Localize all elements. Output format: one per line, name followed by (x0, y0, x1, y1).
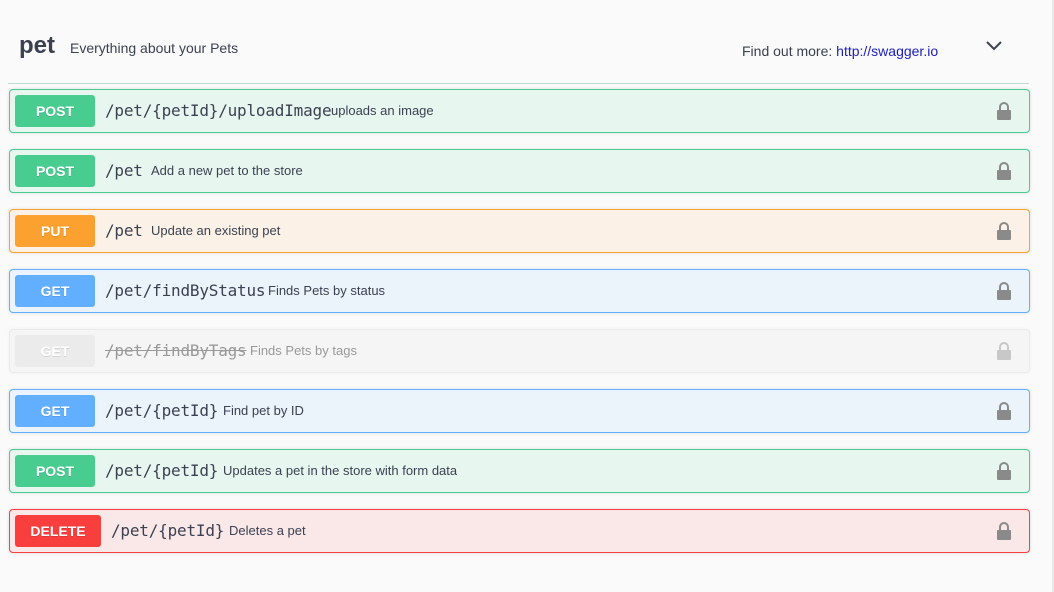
method-badge: DELETE (15, 515, 101, 547)
lock-icon[interactable] (996, 101, 1012, 121)
operation-path: /pet/{petId} (105, 461, 219, 480)
operation-get-find-by-status[interactable]: GET /pet/findByStatus Finds Pets by stat… (9, 269, 1030, 313)
operation-get-find-by-tags-deprecated[interactable]: GET /pet/findByTags Finds Pets by tags (9, 329, 1030, 373)
operation-path: /pet/{petId} (111, 521, 225, 540)
operation-summary: Finds Pets by status (268, 283, 386, 298)
operation-summary: Finds Pets by tags (250, 343, 357, 358)
find-out-more-link[interactable]: http://swagger.io (836, 43, 938, 59)
lock-icon[interactable] (996, 461, 1012, 481)
method-badge: GET (15, 395, 95, 427)
operation-path: /pet/{petId}/uploadImage (105, 101, 332, 120)
find-out-more: Find out more: http://swagger.io (742, 43, 938, 59)
lock-icon[interactable] (996, 161, 1012, 181)
lock-icon[interactable] (996, 521, 1012, 541)
operation-post-upload-image[interactable]: POST /pet/{petId}/uploadImage uploads an… (9, 89, 1030, 133)
operation-summary: Add a new pet to the store (151, 163, 303, 178)
operation-summary: Update an existing pet (151, 223, 281, 238)
operation-path: /pet/findByStatus (105, 281, 266, 300)
method-badge: POST (15, 155, 95, 187)
chevron-down-icon[interactable] (984, 36, 1004, 56)
operation-put-pet[interactable]: PUT /pet Update an existing pet (9, 209, 1030, 253)
lock-icon[interactable] (996, 221, 1012, 241)
find-out-more-label: Find out more: (742, 43, 833, 59)
tag-name: pet (19, 32, 55, 59)
method-badge: PUT (15, 215, 95, 247)
operation-post-pet-by-id[interactable]: POST /pet/{petId} Updates a pet in the s… (9, 449, 1030, 493)
lock-icon[interactable] (996, 341, 1012, 361)
method-badge: GET (15, 335, 95, 367)
operation-path: /pet (105, 221, 143, 240)
tag-header-pet[interactable]: pet Everything about your Pets Find out … (8, 22, 1029, 84)
operation-post-pet[interactable]: POST /pet Add a new pet to the store (9, 149, 1030, 193)
method-badge: POST (15, 455, 95, 487)
operation-summary: Find pet by ID (223, 403, 304, 418)
operation-path: /pet (105, 161, 143, 180)
tag-description: Everything about your Pets (70, 40, 239, 56)
operation-summary: uploads an image (331, 103, 434, 118)
method-badge: POST (15, 95, 95, 127)
method-badge: GET (15, 275, 95, 307)
operation-get-pet-by-id[interactable]: GET /pet/{petId} Find pet by ID (9, 389, 1030, 433)
operation-summary: Deletes a pet (229, 523, 306, 538)
lock-icon[interactable] (996, 401, 1012, 421)
operation-delete-pet[interactable]: DELETE /pet/{petId} Deletes a pet (9, 509, 1030, 553)
operation-path: /pet/findByTags (105, 341, 247, 360)
lock-icon[interactable] (996, 281, 1012, 301)
operation-summary: Updates a pet in the store with form dat… (223, 463, 458, 478)
swagger-pet-section: pet Everything about your Pets Find out … (0, 0, 1054, 592)
operation-path: /pet/{petId} (105, 401, 219, 420)
